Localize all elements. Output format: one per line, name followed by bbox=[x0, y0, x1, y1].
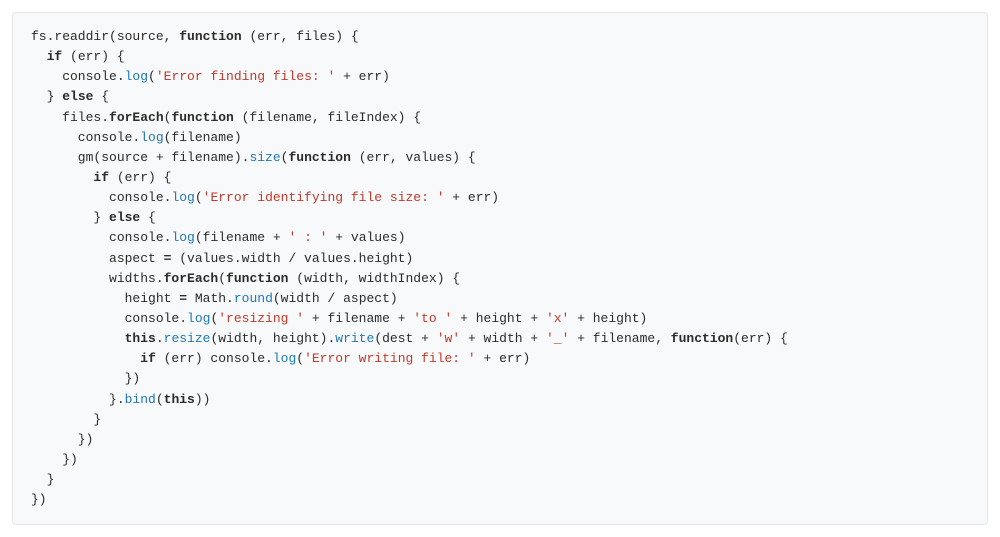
code-token: write bbox=[335, 331, 374, 346]
code-token: ( bbox=[156, 392, 164, 407]
code-token: size bbox=[249, 150, 280, 165]
code-token: (err, files) { bbox=[242, 29, 359, 44]
code-token: 'Error identifying file size: ' bbox=[203, 190, 445, 205]
code-token: function bbox=[171, 110, 233, 125]
code-token: console. bbox=[31, 69, 125, 84]
code-token: log bbox=[171, 190, 194, 205]
code-token: }. bbox=[31, 392, 125, 407]
code-token: = bbox=[179, 291, 187, 306]
code-token: 'x' bbox=[546, 311, 569, 326]
code-token: + height + bbox=[452, 311, 546, 326]
code-token: ( bbox=[148, 69, 156, 84]
code-token: forEach bbox=[109, 110, 164, 125]
code-token: ( bbox=[296, 351, 304, 366]
code-token: (filename) bbox=[164, 130, 242, 145]
code-token: gm(source + filename). bbox=[31, 150, 249, 165]
code-token: this bbox=[125, 331, 156, 346]
code-token: 'w' bbox=[437, 331, 460, 346]
code-token: console. bbox=[31, 230, 171, 245]
code-token bbox=[31, 49, 47, 64]
code-token: 'resizing ' bbox=[218, 311, 304, 326]
code-token: widths. bbox=[31, 271, 164, 286]
code-token: + err) bbox=[476, 351, 531, 366]
code-token: files. bbox=[31, 110, 109, 125]
code-token: } bbox=[31, 89, 62, 104]
code-token: resize bbox=[164, 331, 211, 346]
code-token: + err) bbox=[335, 69, 390, 84]
code-token: (dest + bbox=[374, 331, 436, 346]
code-token: + width + bbox=[460, 331, 546, 346]
code-token: (err) { bbox=[109, 170, 171, 185]
code-token: ( bbox=[218, 271, 226, 286]
code-token: (err) { bbox=[733, 331, 788, 346]
code-token: }) bbox=[31, 452, 78, 467]
code-token: 'to ' bbox=[413, 311, 452, 326]
code-token: Math. bbox=[187, 291, 234, 306]
code-token: if bbox=[47, 49, 63, 64]
code-token: function bbox=[671, 331, 733, 346]
code-token: { bbox=[93, 89, 109, 104]
code-token: + values) bbox=[327, 230, 405, 245]
code-token: else bbox=[62, 89, 93, 104]
code-token: log bbox=[125, 69, 148, 84]
code-token: { bbox=[140, 210, 156, 225]
code-token: height bbox=[31, 291, 179, 306]
code-token: fs.readdir(source, bbox=[31, 29, 179, 44]
code-token: (err, values) { bbox=[351, 150, 476, 165]
code-token: if bbox=[93, 170, 109, 185]
code-token: . bbox=[156, 331, 164, 346]
code-token: (width, height). bbox=[210, 331, 335, 346]
code-token: log bbox=[273, 351, 296, 366]
code-token: function bbox=[288, 150, 350, 165]
code-token: round bbox=[234, 291, 273, 306]
code-token bbox=[31, 351, 140, 366]
code-token: log bbox=[187, 311, 210, 326]
code-token: (width, widthIndex) { bbox=[288, 271, 460, 286]
code-token: }) bbox=[31, 371, 140, 386]
code-token: + err) bbox=[445, 190, 500, 205]
code-token: (values.width / values.height) bbox=[171, 251, 413, 266]
code-token: + height) bbox=[569, 311, 647, 326]
code-token: 'Error writing file: ' bbox=[304, 351, 476, 366]
code-token: 'Error finding files: ' bbox=[156, 69, 335, 84]
code-token bbox=[31, 170, 93, 185]
code-content: fs.readdir(source, function (err, files)… bbox=[31, 27, 969, 510]
code-token: forEach bbox=[164, 271, 219, 286]
code-token bbox=[31, 331, 125, 346]
code-token: bind bbox=[125, 392, 156, 407]
code-token: function bbox=[226, 271, 288, 286]
code-token: } bbox=[31, 412, 101, 427]
code-token: console. bbox=[31, 311, 187, 326]
code-token: if bbox=[140, 351, 156, 366]
code-token: log bbox=[140, 130, 163, 145]
code-token: ' : ' bbox=[288, 230, 327, 245]
code-token: ( bbox=[195, 190, 203, 205]
code-token: } bbox=[31, 472, 54, 487]
code-token: (filename + bbox=[195, 230, 289, 245]
code-token: (err) { bbox=[62, 49, 124, 64]
code-token: (width / aspect) bbox=[273, 291, 398, 306]
code-token: aspect bbox=[31, 251, 164, 266]
code-token: console. bbox=[31, 130, 140, 145]
code-token: + filename, bbox=[569, 331, 670, 346]
code-token: else bbox=[109, 210, 140, 225]
code-token: } bbox=[31, 210, 109, 225]
code-token: '_' bbox=[546, 331, 569, 346]
code-token: this bbox=[164, 392, 195, 407]
code-token: log bbox=[171, 230, 194, 245]
code-token: }) bbox=[31, 432, 93, 447]
code-token: )) bbox=[195, 392, 211, 407]
code-token: (err) console. bbox=[156, 351, 273, 366]
code-block: fs.readdir(source, function (err, files)… bbox=[12, 12, 988, 525]
code-token: }) bbox=[31, 492, 47, 507]
code-token: console. bbox=[31, 190, 171, 205]
code-token: function bbox=[179, 29, 241, 44]
code-token: (filename, fileIndex) { bbox=[234, 110, 421, 125]
code-token: + filename + bbox=[304, 311, 413, 326]
